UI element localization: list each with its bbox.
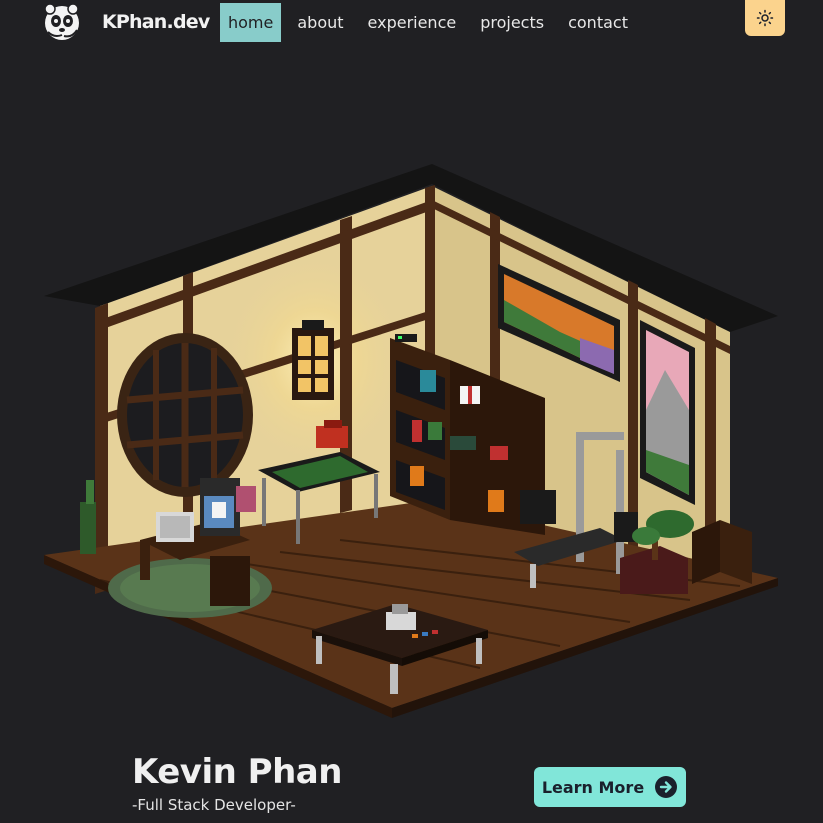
potted-plant-left [80, 480, 96, 554]
brand-logo-link[interactable]: KPhan.dev [42, 2, 210, 42]
learn-more-button[interactable]: Learn More [534, 767, 686, 807]
nav-experience[interactable]: experience [360, 3, 465, 42]
hero-name: Kevin Phan [132, 752, 342, 792]
panda-logo-icon [44, 3, 79, 40]
brand-name: KPhan.dev [102, 11, 210, 33]
voxel-room-illustration [40, 160, 785, 720]
sun-icon [756, 9, 774, 27]
navbar: KPhan.dev home about experience projects… [0, 0, 823, 46]
learn-more-label: Learn More [541, 777, 645, 797]
wall-lantern [292, 320, 334, 400]
page: KPhan.dev home about experience projects… [0, 0, 823, 823]
nav-home[interactable]: home [220, 3, 282, 42]
room-svg [44, 164, 778, 718]
mountain-scroll [640, 320, 695, 505]
hero-role: -Full Stack Developer- [132, 796, 296, 814]
arrow-right-circle-icon [655, 776, 678, 798]
nav-projects[interactable]: projects [472, 3, 552, 42]
nav-links: home about experience projects contact [220, 3, 644, 42]
nav-about[interactable]: about [289, 3, 351, 42]
theme-toggle-button[interactable] [745, 0, 785, 36]
round-window [117, 333, 253, 497]
nav-contact[interactable]: contact [560, 3, 636, 42]
